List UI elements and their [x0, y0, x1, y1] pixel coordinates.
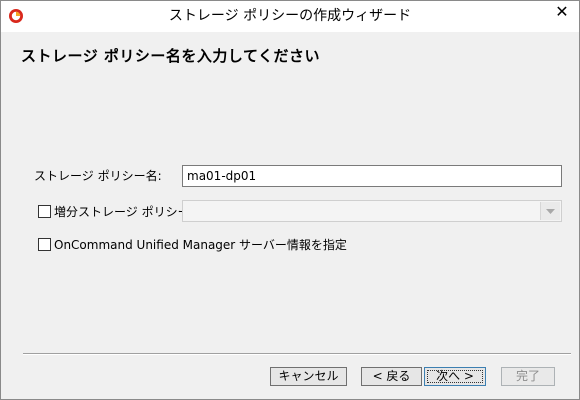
close-button[interactable]: ✕	[546, 1, 578, 23]
back-button-label: < 戻る	[372, 369, 411, 383]
focus-indicator	[427, 370, 483, 383]
page-heading: ストレージ ポリシー名を入力してください	[21, 47, 321, 65]
window-title: ストレージ ポリシーの作成ウィザード	[168, 8, 412, 24]
combo-arrow-button[interactable]	[540, 202, 560, 220]
footer-divider	[23, 353, 571, 354]
incremental-policy-label: 増分ストレージ ポリシー	[54, 205, 190, 219]
title-bar[interactable]: ストレージ ポリシーの作成ウィザード ✕	[1, 1, 579, 32]
cancel-button[interactable]: キャンセル	[270, 367, 347, 386]
oncommand-checkbox[interactable]	[38, 238, 51, 251]
back-button[interactable]: < 戻る	[361, 367, 422, 386]
chevron-down-icon	[546, 209, 555, 214]
policy-name-input[interactable]: ma01-dp01	[182, 165, 562, 187]
cancel-button-label: キャンセル	[278, 369, 339, 383]
next-button[interactable]: 次へ >	[424, 367, 486, 386]
wizard-window: ストレージ ポリシーの作成ウィザード ✕ ストレージ ポリシー名を入力してくださ…	[0, 0, 580, 400]
finish-button-label: 完了	[515, 369, 540, 383]
close-icon: ✕	[555, 2, 569, 21]
header-panel: ストレージ ポリシー名を入力してください	[7, 32, 575, 82]
policy-name-label: ストレージ ポリシー名:	[34, 169, 162, 183]
incremental-policy-checkbox[interactable]	[38, 205, 51, 218]
finish-button[interactable]: 完了	[501, 367, 555, 386]
incremental-policy-select[interactable]	[182, 200, 562, 222]
oncommand-label: OnCommand Unified Manager サーバー情報を指定	[54, 238, 347, 252]
